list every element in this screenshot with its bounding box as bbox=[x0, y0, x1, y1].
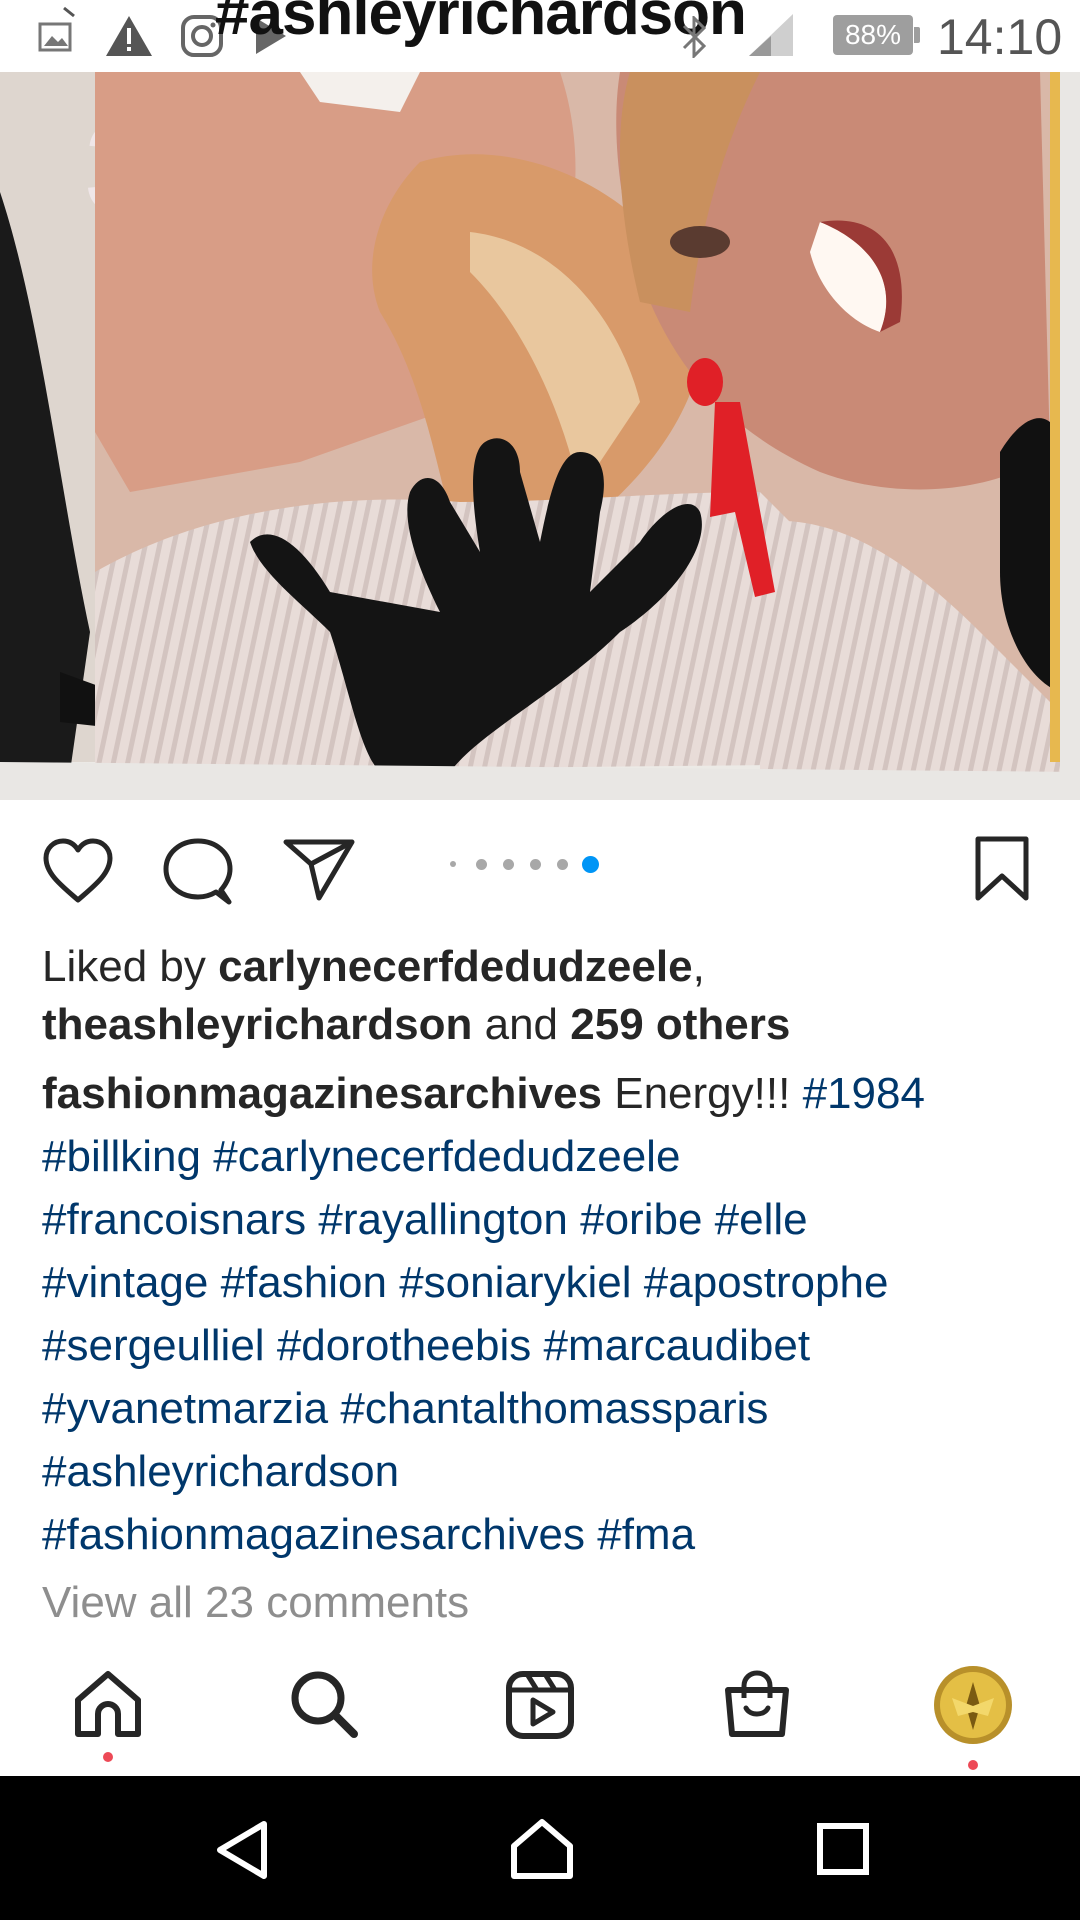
search-icon[interactable] bbox=[288, 1668, 360, 1740]
hashtag[interactable]: #fashion bbox=[221, 1258, 387, 1307]
likes-and: and bbox=[472, 1000, 571, 1049]
hashtag[interactable]: #apostrophe bbox=[644, 1258, 889, 1307]
hashtag[interactable]: #ashleyrichardson bbox=[42, 1447, 399, 1496]
shop-icon[interactable] bbox=[722, 1668, 792, 1740]
like-icon[interactable] bbox=[42, 838, 114, 904]
profile-notification-dot bbox=[968, 1760, 978, 1770]
hashtag[interactable]: #francoisnars bbox=[42, 1195, 306, 1244]
hashtag[interactable]: #carlynecerfdedudzeele bbox=[213, 1132, 680, 1181]
hashtag[interactable]: #chantalthomassparis bbox=[340, 1384, 768, 1433]
carousel-dot bbox=[450, 861, 456, 867]
android-navigation-bar bbox=[0, 1776, 1080, 1920]
carousel-dot bbox=[503, 859, 514, 870]
hashtag[interactable]: #1984 bbox=[803, 1069, 925, 1118]
carousel-dot-active bbox=[582, 856, 599, 873]
carousel-dot bbox=[476, 859, 487, 870]
home-button[interactable] bbox=[510, 1818, 574, 1880]
gallery-icon bbox=[38, 6, 75, 52]
home-notification-dot bbox=[103, 1752, 113, 1762]
reels-icon[interactable] bbox=[505, 1668, 575, 1740]
liker-username[interactable]: carlynecerfdedudzeele bbox=[218, 942, 692, 991]
bottom-nav bbox=[0, 1640, 1080, 1776]
home-icon[interactable] bbox=[72, 1668, 144, 1740]
likes-prefix: Liked by bbox=[42, 942, 219, 991]
post-photo: 3 bbox=[0, 72, 1080, 800]
hashtag[interactable]: #billking bbox=[42, 1132, 201, 1181]
likes-separator: , bbox=[692, 942, 705, 991]
carousel-dot bbox=[530, 859, 541, 870]
save-icon[interactable] bbox=[974, 836, 1030, 902]
caption-username[interactable]: fashionmagazinesarchives bbox=[42, 1069, 602, 1118]
recents-button[interactable] bbox=[816, 1822, 870, 1876]
hashtag[interactable]: #fma bbox=[597, 1510, 695, 1559]
back-button[interactable] bbox=[214, 1820, 270, 1880]
hashtag[interactable]: #oribe bbox=[580, 1195, 702, 1244]
likes-others-count[interactable]: 259 others bbox=[570, 1000, 790, 1049]
post-image[interactable]: 3 bbox=[0, 72, 1080, 800]
hashtag[interactable]: #yvanetmarzia bbox=[42, 1384, 328, 1433]
bluetooth-icon bbox=[682, 16, 707, 58]
post-caption: fashionmagazinesarchives Energy!!! #1984… bbox=[42, 1062, 1052, 1566]
status-bar: #ashleyrichardson 88% 14:10 bbox=[0, 0, 1080, 72]
hashtag[interactable]: #vintage bbox=[42, 1258, 208, 1307]
hashtag[interactable]: #dorotheebis bbox=[277, 1321, 531, 1370]
hashtag[interactable]: #sergeulliel bbox=[42, 1321, 265, 1370]
liker-username[interactable]: theashleyrichardson bbox=[42, 1000, 472, 1049]
carousel-dot bbox=[557, 859, 568, 870]
profile-avatar[interactable] bbox=[932, 1664, 1014, 1746]
hashtag[interactable]: #marcaudibet bbox=[543, 1321, 810, 1370]
battery-indicator: 88% bbox=[833, 15, 920, 55]
likes-summary[interactable]: Liked by carlynecerfdedudzeele, theashle… bbox=[42, 938, 1042, 1054]
share-icon[interactable] bbox=[283, 838, 355, 902]
hashtag[interactable]: #soniarykiel bbox=[399, 1258, 631, 1307]
warning-icon bbox=[106, 16, 152, 56]
view-all-comments-link[interactable]: View all 23 comments bbox=[42, 1578, 469, 1628]
hashtag[interactable]: #rayallington bbox=[318, 1195, 568, 1244]
clock: 14:10 bbox=[937, 9, 1063, 65]
caption-text: Energy!!! bbox=[602, 1069, 803, 1118]
status-title-overlay: #ashleyrichardson bbox=[215, 0, 747, 48]
comment-icon[interactable] bbox=[163, 838, 233, 908]
hashtag[interactable]: #fashionmagazinesarchives bbox=[42, 1510, 585, 1559]
signal-icon bbox=[749, 14, 793, 56]
hashtag[interactable]: #elle bbox=[715, 1195, 808, 1244]
